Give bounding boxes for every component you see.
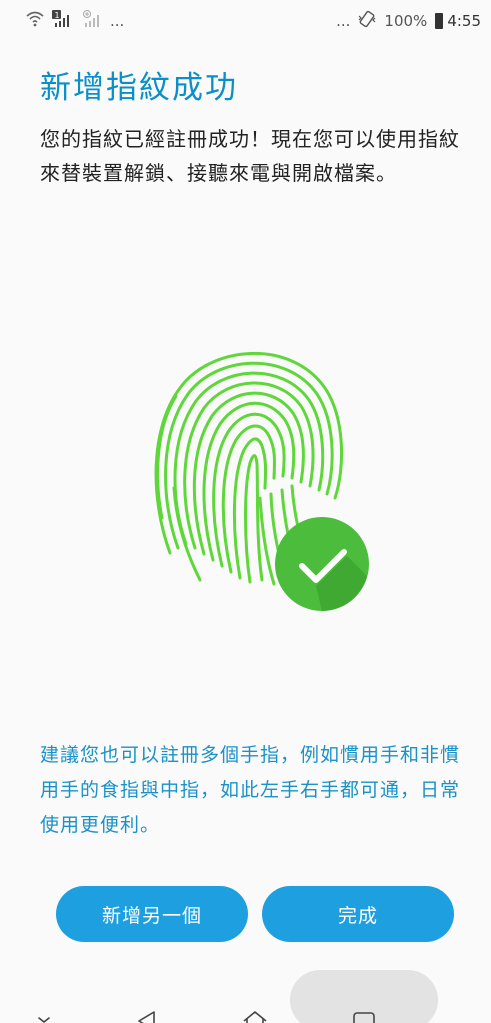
check-circle-icon xyxy=(275,517,369,611)
clock: 4:55 xyxy=(447,12,481,30)
fingerprint-illustration xyxy=(140,318,370,611)
sim-badge: 1 xyxy=(55,11,60,20)
success-description: 您的指紋已經註冊成功！現在您可以使用指紋來替裝置解鎖、接聽來電與開啟檔案。 xyxy=(40,127,460,185)
status-left-ellipsis: ... xyxy=(110,12,125,30)
battery-icon xyxy=(435,13,444,29)
hide-nav-icon[interactable] xyxy=(34,1012,54,1023)
vibrate-icon xyxy=(358,10,376,32)
signal-sim1-icon: 1 xyxy=(52,10,74,32)
home-icon[interactable] xyxy=(240,1006,270,1023)
signal-sim2-icon xyxy=(82,10,102,32)
done-button[interactable]: 完成 xyxy=(262,886,454,942)
wifi-icon xyxy=(26,11,44,31)
status-bar: 1 ... ... 100% 4:55 xyxy=(0,0,491,42)
add-another-button[interactable]: 新增另一個 xyxy=(56,886,248,942)
back-icon[interactable] xyxy=(132,1006,162,1023)
multi-finger-hint: 建議您也可以註冊多個手指，例如慣用手和非慣用手的食指與中指，如此左手右手都可通，… xyxy=(40,744,461,836)
status-right-ellipsis: ... xyxy=(336,12,351,30)
page-title: 新增指紋成功 xyxy=(40,70,238,106)
battery-percent: 100% xyxy=(384,12,428,30)
status-bar-right: ... 100% 4:55 xyxy=(336,10,481,32)
recents-icon[interactable] xyxy=(350,1008,378,1023)
status-bar-left: 1 ... xyxy=(26,10,124,32)
